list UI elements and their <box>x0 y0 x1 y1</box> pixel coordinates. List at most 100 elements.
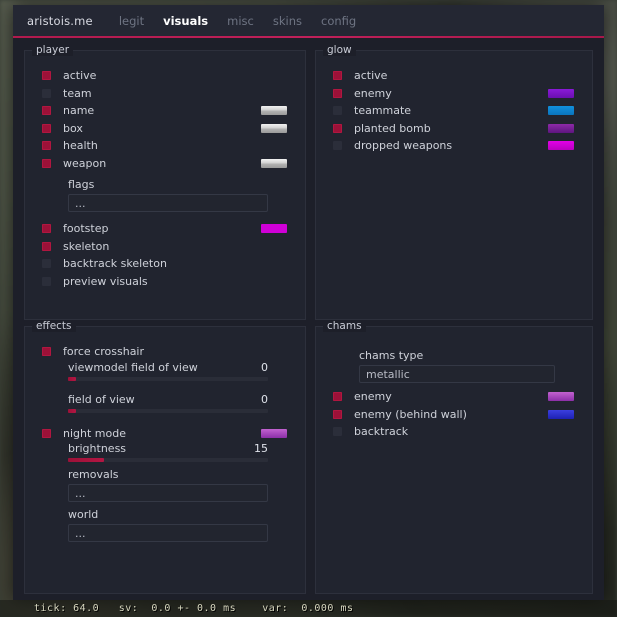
row-player-backtrack-skeleton[interactable]: backtrack skeleton <box>37 255 293 273</box>
checkbox-glow-planted-bomb[interactable] <box>333 123 342 133</box>
row-night-mode[interactable]: night mode <box>37 425 293 443</box>
row-player-footstep[interactable]: footstep <box>37 220 293 238</box>
row-glow-enemy[interactable]: enemy <box>328 85 580 103</box>
row-player-active[interactable]: active <box>37 67 293 85</box>
slider-fov[interactable]: field of view 0 <box>68 393 268 413</box>
label-player-team: team <box>63 86 92 100</box>
slider-fill-viewmodel-fov <box>68 376 76 381</box>
color-swatch-player-box[interactable] <box>261 123 287 133</box>
brand-label: aristois.me <box>27 13 93 28</box>
color-swatch-glow-enemy[interactable] <box>548 88 574 98</box>
label-removals: removals <box>68 468 119 481</box>
checkbox-chams-enemy-behind-wall[interactable] <box>333 409 342 419</box>
color-swatch-chams-enemy-behind-wall[interactable] <box>548 409 574 419</box>
dropdown-chams-type-value: metallic <box>366 367 410 381</box>
checkbox-force-crosshair[interactable] <box>42 347 51 357</box>
label-glow-planted-bomb: planted bomb <box>354 121 431 135</box>
checkbox-chams-enemy[interactable] <box>333 392 342 402</box>
label-viewmodel-fov: viewmodel field of view <box>68 360 198 374</box>
label-glow-active: active <box>354 69 388 83</box>
label-player-preview-visuals: preview visuals <box>63 274 148 288</box>
slider-fill-brightness <box>68 458 104 462</box>
checkbox-player-preview-visuals[interactable] <box>42 276 51 286</box>
checkbox-player-skeleton[interactable] <box>42 241 51 251</box>
label-player-backtrack-skeleton: backtrack skeleton <box>63 257 167 271</box>
checkbox-player-name[interactable] <box>42 106 51 116</box>
value-fov: 0 <box>261 392 268 406</box>
row-chams-backtrack[interactable]: backtrack <box>328 423 580 441</box>
color-swatch-night-mode[interactable] <box>261 428 287 438</box>
tab-misc[interactable]: misc <box>227 14 254 28</box>
label-glow-enemy: enemy <box>354 86 392 100</box>
label-player-active: active <box>63 69 97 83</box>
row-chams-enemy-behind-wall[interactable]: enemy (behind wall) <box>328 406 580 424</box>
dropdown-chams-type[interactable]: metallic <box>359 365 555 383</box>
checkbox-player-weapon[interactable] <box>42 158 51 168</box>
color-swatch-glow-teammate[interactable] <box>548 106 574 116</box>
checkbox-player-footstep[interactable] <box>42 224 51 234</box>
value-viewmodel-fov: 0 <box>261 360 268 374</box>
checkbox-glow-dropped-weapons[interactable] <box>333 141 342 151</box>
row-player-team[interactable]: team <box>37 85 293 103</box>
checkbox-glow-active[interactable] <box>333 71 342 81</box>
color-swatch-player-footstep[interactable] <box>261 224 287 234</box>
label-fov: field of view <box>68 392 135 406</box>
row-glow-active[interactable]: active <box>328 67 580 85</box>
label-chams-enemy: enemy <box>354 390 392 404</box>
label-player-health: health <box>63 139 98 153</box>
slider-track-brightness[interactable] <box>68 458 268 462</box>
dropdown-player-flags[interactable]: ... <box>68 194 268 212</box>
slider-fill-fov <box>68 408 76 413</box>
titlebar[interactable]: aristois.me legit visuals misc skins con… <box>13 5 604 36</box>
row-glow-dropped-weapons[interactable]: dropped weapons <box>328 137 580 155</box>
row-player-skeleton[interactable]: skeleton <box>37 238 293 256</box>
panel-chams: chams chams type metallic enemy enemy (b… <box>315 320 593 594</box>
panel-chams-title: chams <box>323 320 366 332</box>
checkbox-glow-enemy[interactable] <box>333 88 342 98</box>
slider-brightness[interactable]: brightness 15 <box>68 442 268 462</box>
checkbox-player-box[interactable] <box>42 123 51 133</box>
tab-legit[interactable]: legit <box>119 14 144 28</box>
checkbox-player-backtrack-skeleton[interactable] <box>42 259 51 269</box>
value-brightness: 15 <box>254 442 268 455</box>
dropdown-world-value: ... <box>75 526 86 540</box>
row-chams-enemy[interactable]: enemy <box>328 388 580 406</box>
checkbox-night-mode[interactable] <box>42 428 51 438</box>
row-glow-planted-bomb[interactable]: planted bomb <box>328 120 580 138</box>
row-player-box[interactable]: box <box>37 120 293 138</box>
label-player-flags: flags <box>68 178 95 191</box>
checkbox-glow-teammate[interactable] <box>333 106 342 116</box>
row-player-name[interactable]: name <box>37 102 293 120</box>
tab-visuals[interactable]: visuals <box>163 14 208 28</box>
panel-effects: effects force crosshair viewmodel field … <box>24 320 306 594</box>
color-swatch-glow-dropped-weapons[interactable] <box>548 141 574 151</box>
checkbox-chams-backtrack[interactable] <box>333 427 342 437</box>
slider-track-viewmodel-fov[interactable] <box>68 376 268 381</box>
row-force-crosshair[interactable]: force crosshair <box>37 343 293 361</box>
color-swatch-glow-planted-bomb[interactable] <box>548 123 574 133</box>
panel-player-title: player <box>32 44 74 56</box>
label-glow-teammate: teammate <box>354 104 412 118</box>
status-bar: tick: 64.0 sv: 0.0 +- 0.0 ms var: 0.000 … <box>0 600 617 617</box>
content-area: player active team name box health weapo… <box>13 38 604 600</box>
row-player-health[interactable]: health <box>37 137 293 155</box>
checkbox-player-active[interactable] <box>42 71 51 81</box>
label-force-crosshair: force crosshair <box>63 345 145 359</box>
dropdown-removals[interactable]: ... <box>68 484 268 502</box>
checkbox-player-health[interactable] <box>42 141 51 151</box>
label-night-mode: night mode <box>63 426 126 440</box>
color-swatch-player-weapon[interactable] <box>261 158 287 168</box>
dropdown-world[interactable]: ... <box>68 524 268 542</box>
row-glow-teammate[interactable]: teammate <box>328 102 580 120</box>
slider-viewmodel-fov[interactable]: viewmodel field of view 0 <box>68 361 268 381</box>
row-player-preview-visuals[interactable]: preview visuals <box>37 273 293 291</box>
tab-config[interactable]: config <box>321 14 356 28</box>
label-player-footstep: footstep <box>63 222 109 236</box>
label-player-weapon: weapon <box>63 156 107 170</box>
color-swatch-chams-enemy[interactable] <box>548 392 574 402</box>
row-player-weapon[interactable]: weapon <box>37 155 293 173</box>
color-swatch-player-name[interactable] <box>261 106 287 116</box>
checkbox-player-team[interactable] <box>42 88 51 98</box>
tab-skins[interactable]: skins <box>273 14 302 28</box>
slider-track-fov[interactable] <box>68 408 268 413</box>
